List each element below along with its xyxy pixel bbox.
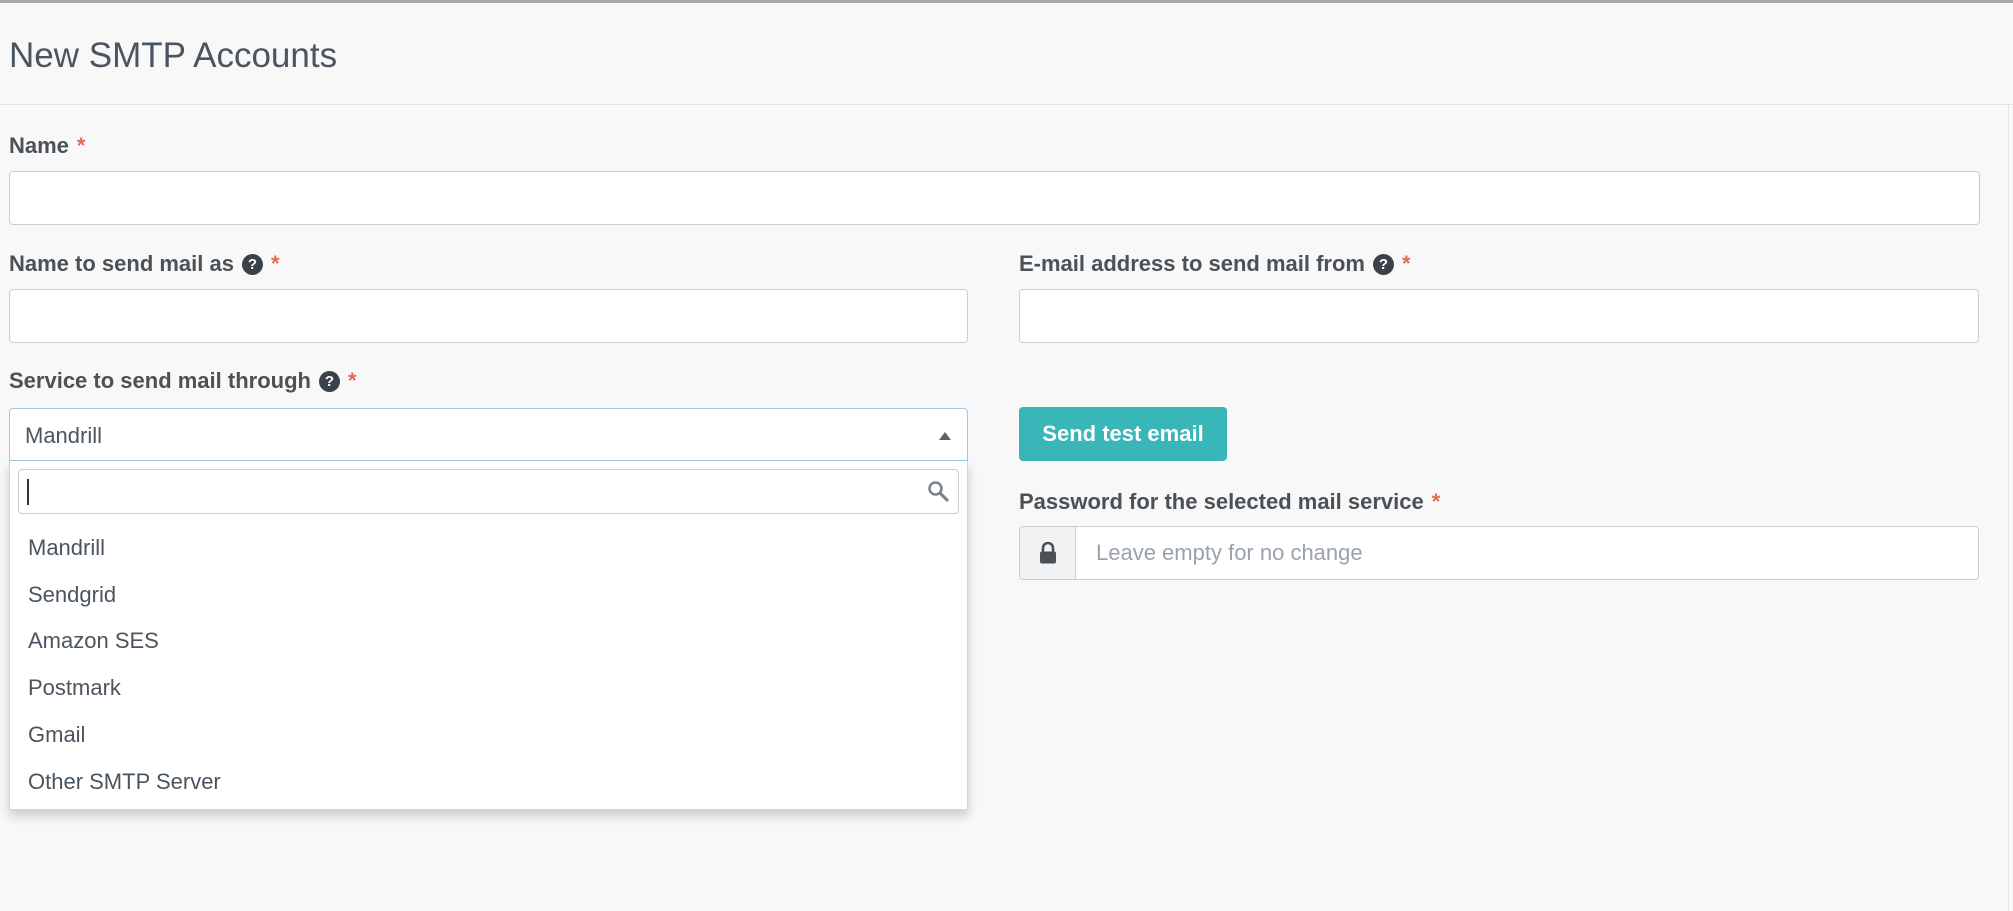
page-title: New SMTP Accounts xyxy=(9,36,338,75)
service-selected-value: Mandrill xyxy=(25,423,103,448)
required-marker: * xyxy=(1401,251,1411,276)
dropdown-option[interactable]: Amazon SES xyxy=(28,628,159,654)
service-dropdown: Mandrill Sendgrid Amazon SES Postmark Gm… xyxy=(9,461,968,810)
password-label: Password for the selected mail service * xyxy=(1019,489,1440,515)
dropdown-search-input[interactable] xyxy=(18,469,959,514)
required-marker: * xyxy=(270,251,280,276)
from-email-input[interactable] xyxy=(1019,289,1979,343)
required-marker: * xyxy=(76,133,86,158)
text-cursor xyxy=(27,479,29,505)
page-header: New SMTP Accounts xyxy=(0,3,2013,105)
divider xyxy=(2008,105,2009,911)
help-icon[interactable]: ? xyxy=(1372,253,1394,275)
name-input[interactable] xyxy=(9,171,1980,225)
from-email-label: E-mail address to send mail from ? * xyxy=(1019,251,1411,277)
password-input[interactable] xyxy=(1075,526,1979,580)
send-as-label: Name to send mail as ? * xyxy=(9,251,280,277)
service-label: Service to send mail through ? * xyxy=(9,368,357,394)
send-as-input[interactable] xyxy=(9,289,968,343)
lock-icon xyxy=(1039,542,1056,564)
dropdown-option[interactable]: Sendgrid xyxy=(28,582,116,608)
required-marker: * xyxy=(1431,489,1441,514)
service-label-text: Service to send mail through xyxy=(9,368,311,393)
dropdown-option[interactable]: Other SMTP Server xyxy=(28,769,221,795)
help-icon[interactable]: ? xyxy=(318,370,340,392)
required-marker: * xyxy=(347,368,357,393)
dropdown-option[interactable]: Mandrill xyxy=(28,535,105,561)
password-label-text: Password for the selected mail service xyxy=(1019,489,1424,514)
name-label-text: Name xyxy=(9,133,69,158)
send-test-email-button[interactable]: Send test email xyxy=(1019,407,1227,461)
dropdown-option[interactable]: Postmark xyxy=(28,675,121,701)
caret-up-icon[interactable] xyxy=(939,432,951,440)
help-icon[interactable]: ? xyxy=(241,253,263,275)
name-label: Name * xyxy=(9,133,85,159)
password-addon xyxy=(1019,526,1075,580)
send-as-label-text: Name to send mail as xyxy=(9,251,234,276)
search-icon xyxy=(928,481,949,502)
from-email-label-text: E-mail address to send mail from xyxy=(1019,251,1365,276)
password-group xyxy=(1019,526,1979,580)
dropdown-option[interactable]: Gmail xyxy=(28,722,85,748)
service-select[interactable]: Mandrill xyxy=(9,408,968,461)
